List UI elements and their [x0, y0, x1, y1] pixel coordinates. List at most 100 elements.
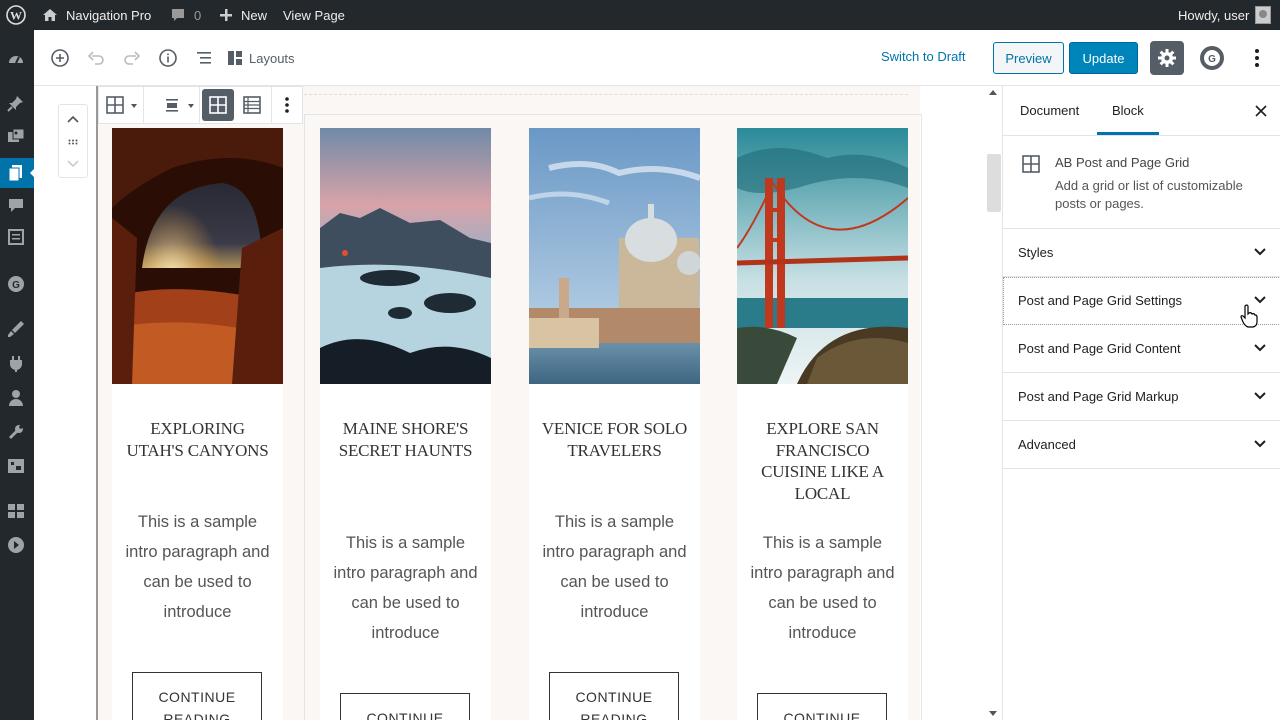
new-content-link[interactable]: New [219, 0, 267, 30]
tab-block[interactable]: Block [1112, 103, 1144, 118]
blocks-icon[interactable] [7, 502, 25, 520]
tools-wrench-icon[interactable] [7, 423, 25, 441]
tab-document[interactable]: Document [1020, 103, 1079, 118]
new-label: New [241, 7, 268, 23]
site-name: Navigation Pro [66, 7, 152, 23]
panel-grid-content[interactable]: Post and Page Grid Content [1003, 325, 1280, 373]
dashboard-icon[interactable] [7, 50, 25, 68]
appearance-icon[interactable] [7, 320, 25, 338]
wordpress-logo-icon[interactable]: W [6, 0, 26, 30]
grid-block-icon [1021, 154, 1041, 177]
generator-badge-text: G [1208, 54, 1216, 65]
post-title[interactable]: Maine Shore's Secret Haunts [328, 418, 483, 461]
genesis-badge-button[interactable]: G [1197, 43, 1227, 73]
site-name-link[interactable]: Navigation Pro [42, 0, 151, 30]
redo-icon[interactable] [118, 44, 146, 72]
settings-sidebar: Document Block AB Post and Page Grid Add… [1002, 86, 1280, 720]
my-account-link[interactable]: Howdy, user [1178, 0, 1272, 30]
switch-to-draft-button[interactable]: Switch to Draft [881, 49, 966, 64]
post-title[interactable]: Venice For Solo Travelers [537, 418, 692, 461]
post-card: Exploring Utah's Canyons This is a sampl… [112, 128, 283, 720]
move-down-icon[interactable] [66, 157, 80, 171]
scrollbar-thumb[interactable] [987, 154, 1001, 212]
post-card: Maine Shore's Secret Haunts This is a sa… [320, 128, 491, 720]
chevron-down-icon [1254, 440, 1266, 448]
greeting: Howdy, user [1178, 7, 1250, 23]
hand-pointer-cursor-icon [1240, 304, 1258, 328]
scroll-down-arrow-icon[interactable] [989, 711, 997, 716]
media-icon[interactable] [7, 128, 25, 146]
continue-reading-button[interactable]: CONTINUE READING [132, 672, 262, 720]
list-view-icon[interactable] [236, 89, 268, 121]
comments-menu-icon[interactable] [7, 196, 25, 214]
svg-text:G: G [12, 280, 20, 291]
post-card: Venice For Solo Travelers This is a samp… [529, 128, 700, 720]
posts-pin-icon[interactable] [7, 94, 25, 112]
post-title[interactable]: Exploring Utah's Canyons [120, 418, 275, 461]
preview-button[interactable]: Preview [993, 42, 1064, 74]
genesis-icon[interactable]: G [7, 275, 25, 293]
post-thumbnail-venice[interactable] [529, 128, 700, 384]
continue-reading-button[interactable]: CONTINUE READING [757, 693, 887, 720]
post-card: Explore San Francisco Cuisine Like A Loc… [737, 128, 908, 720]
drag-handle-icon[interactable] [66, 135, 80, 149]
grid-view-icon[interactable] [202, 89, 234, 121]
pages-icon[interactable] [7, 164, 25, 182]
block-switcher[interactable] [99, 87, 144, 123]
block-navigation-icon[interactable] [190, 44, 218, 72]
block-more-options[interactable] [272, 87, 302, 123]
comment-icon [172, 9, 184, 21]
move-up-icon[interactable] [66, 112, 80, 126]
chevron-down-icon [1254, 344, 1266, 352]
panel-styles[interactable]: Styles [1003, 229, 1280, 277]
forms-icon[interactable] [7, 228, 25, 246]
collapse-menu-icon[interactable] [7, 536, 25, 554]
caret-down-icon [131, 104, 137, 108]
grid-block-icon[interactable] [99, 89, 137, 121]
info-icon[interactable] [154, 44, 182, 72]
layout-toggle-group [200, 87, 272, 123]
post-title[interactable]: Explore San Francisco Cuisine Like A Loc… [745, 418, 900, 504]
chevron-down-icon [1254, 392, 1266, 400]
block-description: Add a grid or list of customizable posts… [1055, 178, 1243, 211]
block-toolbar [98, 86, 303, 124]
post-excerpt: This is a sample intro paragraph and can… [333, 534, 478, 642]
panel-title: Post and Page Grid Settings [1018, 293, 1183, 308]
close-sidebar-icon[interactable] [1253, 103, 1269, 119]
post-thumbnail-canyon[interactable] [112, 128, 283, 384]
caret-down-icon [187, 104, 194, 108]
vertical-ellipsis-icon [285, 97, 289, 113]
block-selection-outline [96, 86, 98, 720]
continue-reading-button[interactable]: CONTINUE READING [340, 693, 470, 720]
canvas-scrollbar[interactable] [986, 86, 1002, 720]
view-page-label: View Page [283, 7, 345, 23]
more-options-icon[interactable] [1243, 44, 1271, 72]
view-page-link[interactable]: View Page [283, 0, 345, 30]
panel-title: Advanced [1018, 437, 1076, 452]
sidebar-tabs: Document Block [1003, 86, 1280, 136]
undo-icon[interactable] [82, 44, 110, 72]
align-center-icon[interactable] [156, 89, 194, 121]
panel-grid-markup[interactable]: Post and Page Grid Markup [1003, 373, 1280, 421]
post-thumbnail-shore[interactable] [320, 128, 491, 384]
panel-grid-settings[interactable]: Post and Page Grid Settings [1003, 277, 1280, 325]
scroll-up-arrow-icon[interactable] [989, 90, 997, 95]
post-excerpt: This is a sample intro paragraph and can… [750, 534, 895, 642]
users-icon[interactable] [7, 389, 25, 407]
post-thumbnail-golden-gate[interactable] [737, 128, 908, 384]
chevron-down-icon [1254, 248, 1266, 256]
plugins-icon[interactable] [7, 355, 25, 373]
settings-menu-icon[interactable] [7, 457, 25, 475]
panel-advanced[interactable]: Advanced [1003, 421, 1280, 469]
home-icon [43, 9, 57, 21]
continue-reading-button[interactable]: CONTINUE READING [549, 672, 679, 720]
settings-gear-icon[interactable] [1150, 41, 1184, 75]
avatar [1255, 6, 1272, 24]
update-button[interactable]: Update [1069, 42, 1138, 74]
comments-link[interactable]: 0 [170, 0, 201, 30]
alignment-dropdown[interactable] [144, 87, 200, 123]
active-tab-indicator [1097, 132, 1159, 135]
add-block-icon[interactable] [46, 44, 74, 72]
block-boundary-dashed [304, 94, 908, 95]
layouts-button[interactable]: Layouts [227, 44, 297, 72]
